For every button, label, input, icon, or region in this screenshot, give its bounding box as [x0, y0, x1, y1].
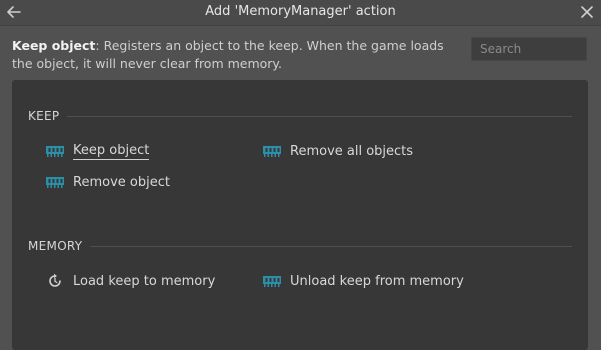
action-description: Keep object: Registers an object to the … [12, 37, 457, 73]
actions-panel: KEEP Keep object Remove all objects Remo… [12, 80, 588, 350]
memory-chip-icon [262, 273, 282, 289]
action-label: Keep object [73, 142, 150, 160]
section-divider [90, 246, 572, 247]
description-action-name: Keep object [12, 38, 96, 53]
action-label: Remove all objects [290, 143, 414, 159]
section-header-memory: MEMORY [28, 239, 83, 253]
memory-chip-icon [45, 143, 65, 159]
memory-chip-icon [262, 143, 282, 159]
title-bar: Add 'MemoryManager' action [0, 0, 601, 26]
search-input[interactable] [471, 37, 587, 61]
action-load-keep-to-memory[interactable]: Load keep to memory [45, 270, 215, 292]
action-keep-object[interactable]: Keep object [45, 140, 150, 162]
section-divider [67, 116, 572, 117]
action-label: Remove object [73, 174, 170, 190]
reload-icon [45, 273, 65, 289]
action-remove-object[interactable]: Remove object [45, 171, 170, 193]
memory-chip-icon [45, 174, 65, 190]
close-icon[interactable] [579, 4, 595, 20]
dialog-title: Add 'MemoryManager' action [205, 4, 396, 19]
action-label: Unload keep from memory [290, 273, 464, 289]
action-remove-all-objects[interactable]: Remove all objects [262, 140, 413, 162]
section-header-keep: KEEP [28, 109, 60, 123]
action-unload-keep-from-memory[interactable]: Unload keep from memory [262, 270, 464, 292]
action-label: Load keep to memory [73, 273, 216, 289]
